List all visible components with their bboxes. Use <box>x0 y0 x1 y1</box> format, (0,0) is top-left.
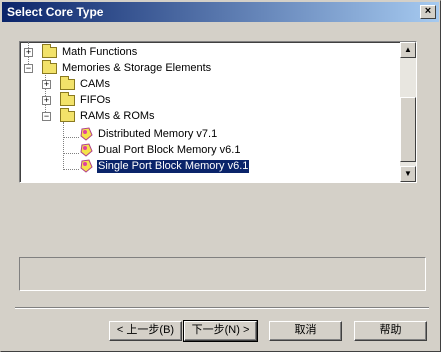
tree-connector <box>63 153 79 154</box>
core-type-tree[interactable]: + Math Functions − Memories & Storage El… <box>19 41 417 183</box>
title-bar[interactable]: Select Core Type × <box>2 2 439 22</box>
folder-icon <box>60 92 75 106</box>
memory-core-icon <box>80 143 93 157</box>
back-button[interactable]: < 上一步(B) <box>109 321 182 341</box>
tree-item-label: CAMs <box>80 78 110 90</box>
memory-core-icon <box>80 159 93 173</box>
tree-item-rams-roms[interactable]: − RAMs & ROMs <box>42 108 202 125</box>
tree-item-label: Math Functions <box>62 46 138 58</box>
arrow-down-icon: ▼ <box>404 169 412 178</box>
scroll-up-button[interactable]: ▲ <box>400 42 416 58</box>
dialog-window: Select Core Type × + Math Functions − Me… <box>0 0 441 352</box>
folder-open-icon <box>42 60 57 74</box>
description-box <box>19 257 426 291</box>
scroll-down-button[interactable]: ▼ <box>400 166 416 182</box>
expand-icon[interactable]: + <box>24 48 33 57</box>
tree-item-fifos[interactable]: + FIFOs <box>42 92 162 109</box>
collapse-icon[interactable]: − <box>24 64 33 73</box>
scroll-thumb[interactable] <box>400 97 416 162</box>
collapse-icon[interactable]: − <box>42 112 51 121</box>
tree-item-label: Memories & Storage Elements <box>62 62 212 74</box>
close-button[interactable]: × <box>420 5 436 19</box>
button-separator <box>15 307 429 309</box>
help-button[interactable]: 帮助 <box>354 321 427 341</box>
expand-icon[interactable]: + <box>42 96 51 105</box>
window-title: Select Core Type <box>7 5 104 19</box>
tree-item-label: RAMs & ROMs <box>80 110 155 122</box>
next-button[interactable]: 下一步(N) > <box>183 320 258 342</box>
tree-item-dual-port-block-memory[interactable]: Dual Port Block Memory v6.1 <box>78 143 298 159</box>
cancel-button[interactable]: 取消 <box>269 321 342 341</box>
folder-icon <box>42 44 57 58</box>
tree-connector <box>63 122 64 170</box>
tree-item-math-functions[interactable]: + Math Functions <box>24 44 224 61</box>
tree-item-cams[interactable]: + CAMs <box>42 76 162 93</box>
tree-item-memories-storage[interactable]: − Memories & Storage Elements <box>24 60 284 77</box>
folder-open-icon <box>60 108 75 122</box>
close-icon: × <box>424 5 432 17</box>
tree-item-label: Distributed Memory v7.1 <box>98 128 218 140</box>
tree-item-single-port-block-memory[interactable]: Single Port Block Memory v6.1 <box>78 159 308 175</box>
expand-icon[interactable]: + <box>42 80 51 89</box>
tree-item-label-selected: Single Port Block Memory v6.1 <box>95 159 251 174</box>
memory-core-icon <box>80 127 93 141</box>
tree-connector <box>63 137 79 138</box>
tree-item-label: Dual Port Block Memory v6.1 <box>98 144 241 156</box>
tree-content: + Math Functions − Memories & Storage El… <box>20 42 398 182</box>
tree-vertical-scrollbar[interactable]: ▲ ▼ <box>400 42 416 182</box>
tree-item-label: FIFOs <box>80 94 111 106</box>
arrow-up-icon: ▲ <box>404 45 412 54</box>
tree-item-distributed-memory[interactable]: Distributed Memory v7.1 <box>78 127 298 143</box>
tree-connector <box>63 169 79 170</box>
folder-icon <box>60 76 75 90</box>
